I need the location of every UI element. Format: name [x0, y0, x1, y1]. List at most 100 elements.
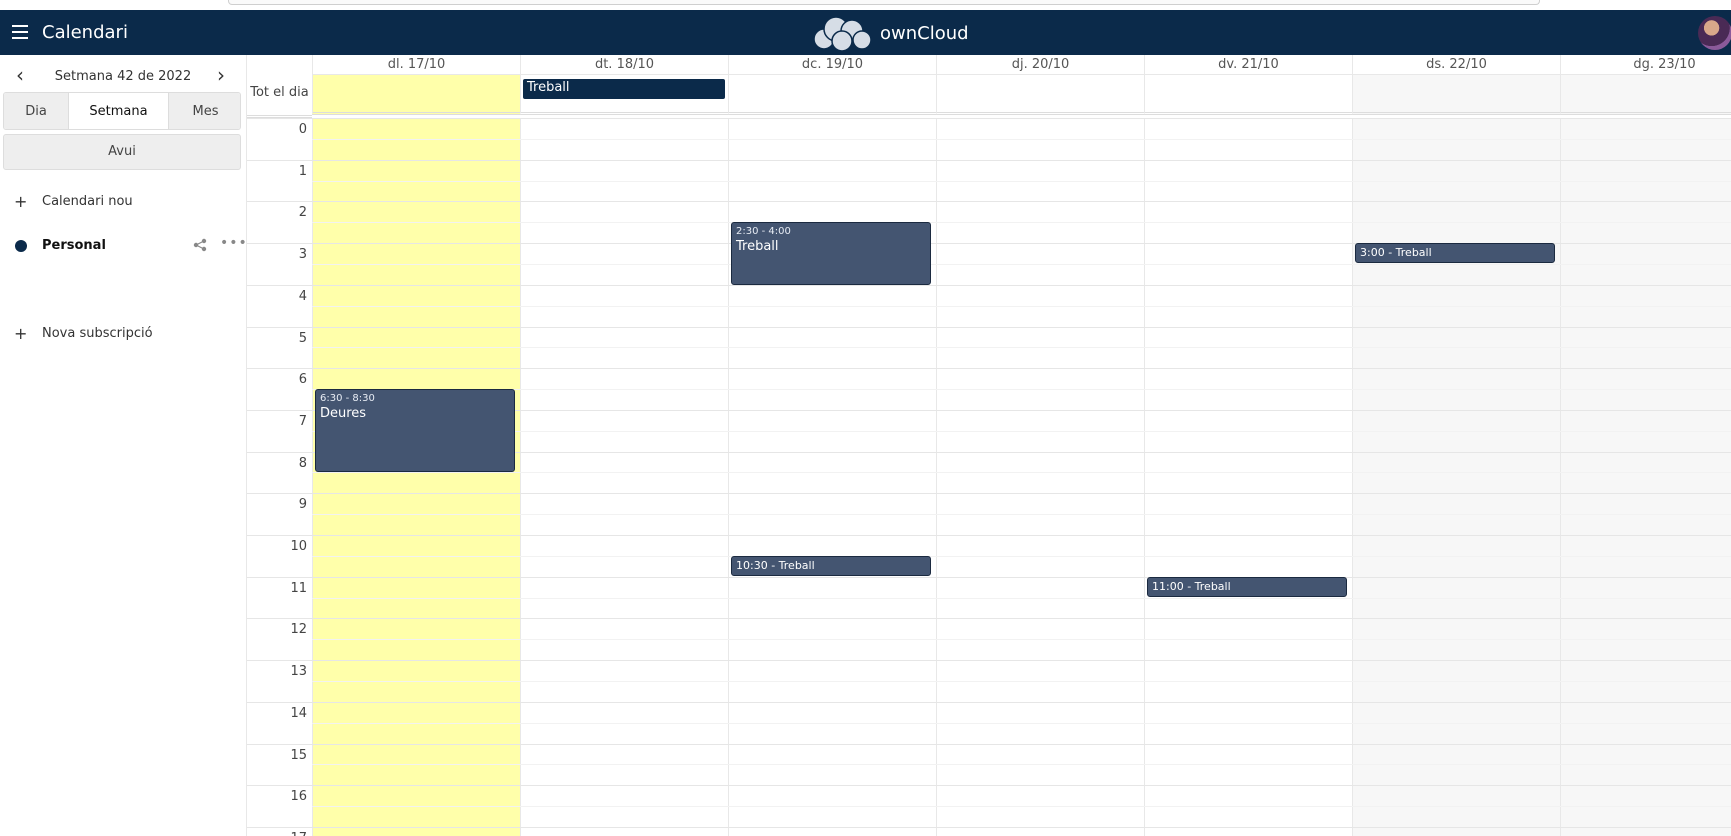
hour-label: 7: [298, 413, 307, 429]
hour-line: [247, 535, 1731, 536]
hour-line: [247, 493, 1731, 495]
hour-label: 4: [298, 288, 307, 304]
day-header[interactable]: dc. 19/10: [728, 55, 936, 75]
tab-day[interactable]: Dia: [4, 93, 69, 129]
allday-cell[interactable]: [1560, 75, 1731, 115]
allday-cell[interactable]: [1352, 75, 1560, 115]
allday-label: Tot el dia: [247, 75, 312, 118]
view-switcher: Dia Setmana Mes: [3, 92, 241, 130]
hour-line: [247, 576, 1731, 578]
calendar-event[interactable]: 10:30 - Treball: [731, 555, 931, 576]
browser-address-bar: [228, 0, 1540, 5]
new-calendar-label: Calendari nou: [42, 194, 133, 209]
hour-line: [247, 660, 1731, 662]
browser-strip: [0, 0, 1731, 10]
today-button[interactable]: Avui: [3, 134, 241, 170]
half-hour-line: [312, 472, 1731, 474]
half-hour-line: [312, 389, 1731, 391]
hour-line: [247, 326, 1731, 328]
sidebar: ‹ Setmana 42 de 2022 › Dia Setmana Mes A…: [0, 55, 247, 836]
half-hour-line: [312, 430, 1731, 432]
calendar-name: Personal: [42, 238, 106, 253]
hour-line: [247, 284, 1731, 286]
event-time: 6:30 - 8:30: [320, 393, 375, 405]
day-header[interactable]: dl. 17/10: [312, 55, 520, 75]
hour-line: [247, 743, 1731, 745]
half-hour-line: [312, 764, 1731, 766]
half-hour-line: [312, 722, 1731, 724]
calendar-item-personal[interactable]: Personal •••: [0, 232, 248, 260]
prev-week-icon[interactable]: ‹: [8, 64, 32, 88]
hour-label: 15: [290, 747, 307, 763]
week-label: Setmana 42 de 2022: [54, 69, 192, 84]
calendar-color-dot[interactable]: [15, 240, 27, 252]
day-header[interactable]: dt. 18/10: [520, 55, 728, 75]
hour-label: 9: [298, 497, 307, 513]
day-column[interactable]: [1560, 118, 1731, 836]
allday-cell[interactable]: [312, 75, 520, 115]
event-label: 11:00 - Treball: [1152, 579, 1231, 593]
menu-icon[interactable]: [12, 25, 28, 39]
half-hour-line: [312, 263, 1731, 265]
allday-cell[interactable]: [728, 75, 936, 115]
new-subscription-button[interactable]: + Nova subscripció: [0, 320, 246, 348]
event-label: 3:00 - Treball: [1360, 246, 1432, 260]
hour-label: 16: [290, 789, 307, 805]
hour-line: [247, 118, 1731, 119]
hour-label: 14: [290, 705, 307, 721]
day-column[interactable]: [936, 118, 1144, 836]
allday-cell[interactable]: [1144, 75, 1352, 115]
allday-event[interactable]: Treball: [523, 79, 725, 99]
hour-line: [247, 368, 1731, 370]
half-hour-line: [312, 305, 1731, 307]
half-hour-line: [312, 639, 1731, 641]
day-header[interactable]: dg. 23/10: [1560, 55, 1731, 75]
calendar-event[interactable]: 11:00 - Treball: [1147, 576, 1347, 597]
half-hour-line: [312, 597, 1731, 599]
half-hour-line: [312, 555, 1731, 557]
brand-name: ownCloud: [880, 22, 969, 44]
hour-label: 2: [298, 205, 307, 221]
day-header[interactable]: dj. 20/10: [936, 55, 1144, 75]
half-hour-line: [312, 514, 1731, 516]
half-hour-line: [312, 138, 1731, 140]
hour-label: 5: [298, 330, 307, 346]
next-week-icon[interactable]: ›: [209, 64, 233, 88]
hour-label: 8: [298, 455, 307, 471]
event-title: Deures: [320, 406, 367, 422]
calendar-event[interactable]: 3:00 - Treball: [1355, 243, 1555, 264]
day-column[interactable]: [312, 118, 520, 836]
avatar[interactable]: [1698, 16, 1731, 50]
allday-cell[interactable]: [936, 75, 1144, 115]
half-hour-line: [312, 347, 1731, 349]
tab-month[interactable]: Mes: [169, 93, 240, 129]
hour-label: 10: [290, 539, 307, 554]
half-hour-line: [312, 180, 1731, 182]
app-title[interactable]: Calendari: [42, 22, 128, 43]
day-column[interactable]: [520, 118, 728, 836]
hour-label: 3: [298, 247, 307, 263]
event-title: Treball: [736, 239, 779, 255]
owncloud-logo[interactable]: ownCloud: [810, 15, 969, 51]
top-header: Calendari ownCloud: [0, 10, 1731, 55]
hour-label: 13: [290, 664, 307, 680]
day-header[interactable]: ds. 22/10: [1352, 55, 1560, 75]
day-column[interactable]: [1352, 118, 1560, 836]
half-hour-line: [312, 680, 1731, 682]
day-header[interactable]: dv. 21/10: [1144, 55, 1352, 75]
calendar-event[interactable]: 2:30 - 4:00 Treball: [731, 222, 931, 285]
share-icon[interactable]: [193, 238, 207, 252]
calendar-event[interactable]: 6:30 - 8:30 Deures: [315, 389, 515, 473]
hour-label: 0: [298, 122, 307, 137]
hour-line: [247, 785, 1731, 787]
half-hour-line: [312, 806, 1731, 808]
tab-week[interactable]: Setmana: [69, 93, 169, 129]
event-label: 10:30 - Treball: [736, 558, 815, 572]
more-icon[interactable]: •••: [220, 235, 248, 251]
hour-label: 1: [298, 163, 307, 179]
hour-line: [247, 701, 1731, 703]
hour-line: [247, 159, 1731, 161]
new-calendar-button[interactable]: + Calendari nou: [0, 188, 246, 216]
hour-line: [247, 826, 1731, 828]
day-column[interactable]: [1144, 118, 1352, 836]
